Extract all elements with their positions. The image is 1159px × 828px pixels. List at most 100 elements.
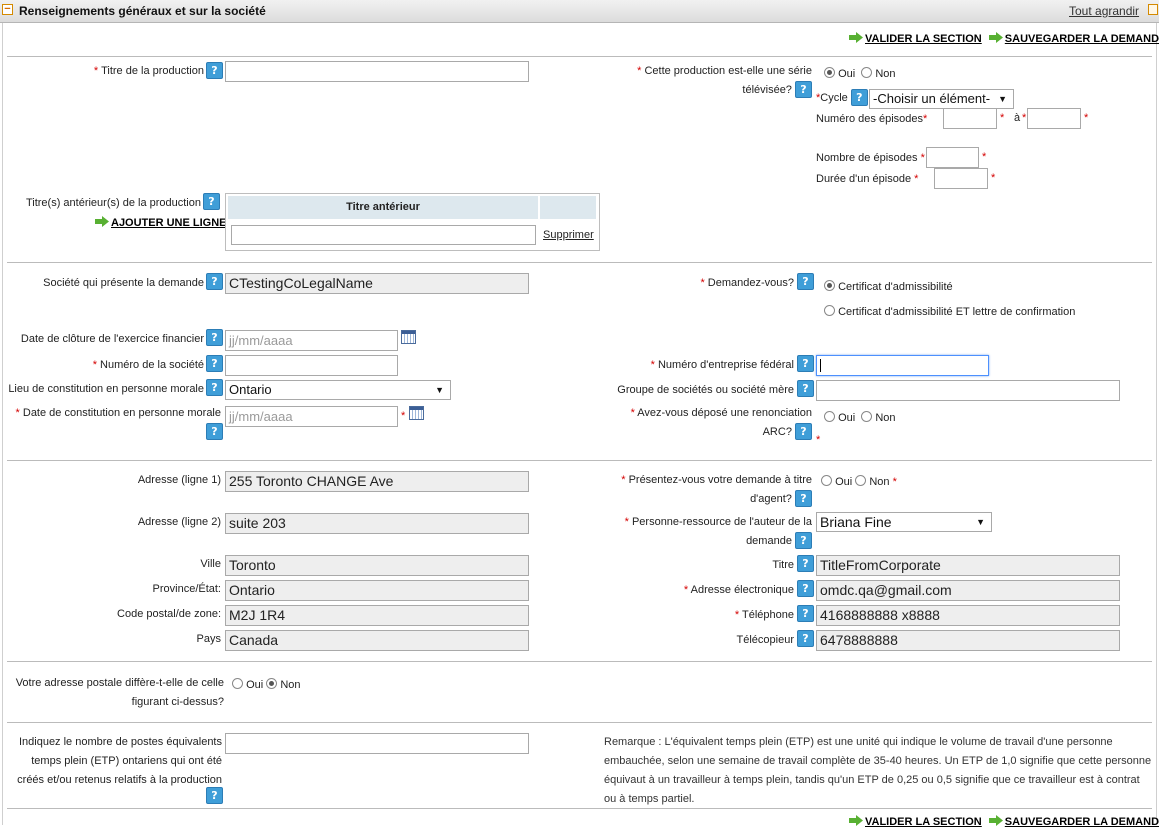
help-icon[interactable]: ?	[795, 81, 812, 98]
series-no-radio[interactable]	[861, 67, 873, 78]
help-icon[interactable]: ?	[795, 423, 812, 440]
incorporation-place-label: Lieu de constitution en personne morale	[8, 383, 204, 395]
divider	[7, 262, 1152, 263]
fax-field: 6478888888	[816, 630, 1120, 651]
validate-section-button[interactable]: VALIDER LA SECTION	[865, 816, 982, 828]
collapse-icon[interactable]: −	[2, 4, 13, 15]
save-arrow-icon	[988, 815, 1003, 826]
request-option-2: Certificat d'admissibilité ET lettre de …	[824, 305, 1075, 318]
production-title-input[interactable]	[225, 61, 529, 82]
fte-remark: Remarque : L'équivalent temps plein (ETP…	[604, 736, 1152, 805]
episode-from-input[interactable]	[943, 108, 997, 129]
save-request-button[interactable]: SAUVEGARDER LA DEMANDE	[1005, 816, 1159, 828]
certificate-radio[interactable]	[824, 280, 835, 291]
top-actions: VALIDER LA SECTION SAUVEGARDER LA DEMAND…	[849, 32, 1159, 45]
group-input[interactable]	[816, 380, 1120, 401]
episode-to-input[interactable]	[1027, 108, 1081, 129]
waiver-yes-radio[interactable]	[824, 411, 835, 422]
help-icon[interactable]: ?	[795, 490, 812, 507]
contact-title-label: Titre	[772, 559, 794, 571]
mailing-question-label: Votre adresse postale diffère-t-elle de …	[15, 677, 224, 708]
divider	[7, 722, 1152, 723]
fte-input[interactable]	[225, 733, 529, 754]
divider	[7, 661, 1152, 662]
agent-radio-group: Oui Non *	[821, 475, 897, 488]
help-icon[interactable]: ?	[206, 423, 223, 440]
episode-duration-input[interactable]	[934, 168, 988, 189]
prior-titles-table: Titre antérieur Supprimer	[225, 193, 600, 251]
help-icon[interactable]: ?	[206, 787, 223, 804]
help-icon[interactable]: ?	[206, 62, 223, 79]
province-label: Province/État:	[152, 583, 221, 595]
episode-duration-label: Durée d'un épisode *	[816, 173, 919, 185]
contact-label: * Personne-ressource de l'auteur de la d…	[624, 516, 812, 549]
agent-yes-radio[interactable]	[821, 475, 832, 486]
expand-all-link[interactable]: Tout agrandir	[1069, 4, 1139, 18]
table-header-spacer	[540, 196, 596, 219]
delete-row-link[interactable]: Supprimer	[543, 229, 594, 241]
federal-number-input[interactable]	[816, 355, 989, 376]
episodes-count-input[interactable]	[926, 147, 979, 168]
prior-title-input[interactable]	[231, 225, 536, 245]
applicant-label: Société qui présente la demande	[43, 277, 204, 289]
expand-all-icon[interactable]	[1148, 4, 1158, 15]
fiscal-year-date-input[interactable]: jj/mm/aaaa	[225, 330, 398, 351]
contact-title-field: TitleFromCorporate	[816, 555, 1120, 576]
email-label: * Adresse électronique	[683, 584, 794, 596]
help-icon[interactable]: ?	[795, 532, 812, 549]
phone-field: 4168888888 x8888	[816, 605, 1120, 626]
calendar-icon[interactable]	[401, 330, 416, 344]
federal-number-label: * Numéro d'entreprise fédéral	[650, 359, 794, 371]
request-option-1: Certificat d'admissibilité	[824, 280, 953, 293]
waiver-no-radio[interactable]	[861, 411, 873, 422]
prior-titles-label: Titre(s) antérieur(s) de la production	[25, 197, 201, 209]
help-icon[interactable]: ?	[797, 555, 814, 572]
fiscal-year-label: Date de clôture de l'exercice financier	[20, 333, 204, 345]
company-number-input[interactable]	[225, 355, 398, 376]
mailing-yes-radio[interactable]	[232, 678, 243, 689]
waiver-radio-group: Oui Non	[824, 411, 896, 424]
help-icon[interactable]: ?	[206, 379, 223, 396]
validate-section-button[interactable]: VALIDER LA SECTION	[865, 33, 982, 45]
postal-code-label: Code postal/de zone:	[117, 608, 221, 620]
certificate-letter-radio[interactable]	[824, 305, 835, 316]
cycle-select[interactable]: -Choisir un élément- ▼	[869, 89, 1014, 109]
help-icon[interactable]: ?	[797, 605, 814, 622]
contact-select[interactable]: Briana Fine ▼	[816, 512, 992, 532]
divider	[7, 56, 1152, 57]
country-field: Canada	[225, 630, 529, 651]
incorporation-date-label: * Date de constitution en personne moral…	[15, 407, 221, 419]
table-header: Titre antérieur	[228, 196, 538, 219]
incorporation-place-select[interactable]: Ontario ▼	[225, 380, 451, 400]
fte-label: Indiquez le nombre de postes équivalents…	[17, 736, 222, 786]
company-number-label: * Numéro de la société	[92, 359, 204, 371]
help-icon[interactable]: ?	[797, 580, 814, 597]
text-cursor	[820, 359, 821, 372]
series-yes-radio[interactable]	[824, 67, 835, 78]
help-icon[interactable]: ?	[203, 193, 220, 210]
help-icon[interactable]: ?	[797, 355, 814, 372]
help-icon[interactable]: ?	[206, 273, 223, 290]
save-request-button[interactable]: SAUVEGARDER LA DEMANDE	[1005, 33, 1159, 45]
mailing-no-radio[interactable]	[266, 678, 278, 689]
mailing-radio-group: Oui Non	[232, 678, 301, 691]
address-line1-field: 255 Toronto CHANGE Ave	[225, 471, 529, 492]
address-line2-field: suite 203	[225, 513, 529, 534]
incorporation-date-input[interactable]: jj/mm/aaaa	[225, 406, 398, 427]
calendar-icon[interactable]	[409, 406, 424, 420]
help-icon[interactable]: ?	[206, 355, 223, 372]
agent-no-radio[interactable]	[855, 475, 867, 486]
help-icon[interactable]: ?	[206, 329, 223, 346]
save-arrow-icon	[988, 32, 1003, 43]
help-icon[interactable]: ?	[850, 89, 868, 106]
city-label: Ville	[200, 558, 221, 570]
help-icon[interactable]: ?	[797, 273, 814, 290]
validate-arrow-icon	[849, 32, 863, 43]
add-line-link[interactable]: AJOUTER UNE LIGNE	[95, 216, 227, 229]
series-question-label: * Cette production est-elle une série té…	[637, 65, 812, 98]
panel-border-right	[1156, 23, 1157, 825]
country-label: Pays	[196, 633, 221, 645]
help-icon[interactable]: ?	[797, 630, 814, 647]
help-icon[interactable]: ?	[797, 380, 814, 397]
applicant-field: CTestingCoLegalName	[225, 273, 529, 294]
